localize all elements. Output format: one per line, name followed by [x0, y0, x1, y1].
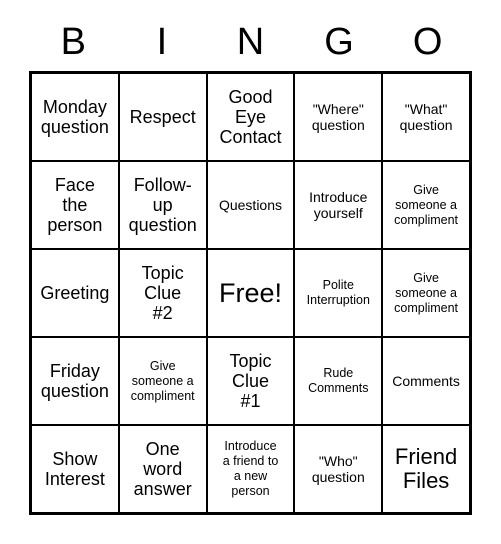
bingo-header-letter-o: O — [412, 21, 443, 63]
bingo-cell[interactable]: Respect — [119, 74, 208, 160]
bingo-cell-free[interactable]: Free! — [207, 250, 296, 336]
bingo-cell-label: Show Interest — [44, 448, 105, 489]
bingo-cell[interactable]: Topic Clue #1 — [207, 338, 296, 424]
bingo-cell[interactable]: Give someone a compliment — [383, 162, 469, 248]
bingo-cell-label: Give someone a compliment — [394, 270, 459, 315]
bingo-header-letter-n: N — [236, 21, 265, 63]
bingo-cell-label: Questions — [218, 196, 283, 213]
bingo-cell-label: Give someone a compliment — [394, 182, 459, 227]
bingo-row: Greeting Topic Clue #2 Free! Polite Inte… — [32, 250, 469, 338]
bingo-cell[interactable]: Good Eye Contact — [207, 74, 296, 160]
bingo-grid: Monday question Respect Good Eye Contact… — [29, 71, 472, 515]
bingo-cell[interactable]: Greeting — [32, 250, 120, 336]
bingo-cell-label: Comments — [392, 372, 460, 389]
bingo-cell-label: Face the person — [47, 174, 103, 236]
bingo-cell[interactable]: Questions — [207, 162, 296, 248]
bingo-cell-label: Free! — [218, 277, 282, 308]
bingo-cell[interactable]: Friday question — [32, 338, 120, 424]
bingo-card: B I N G O Monday question Respect Good E… — [0, 0, 501, 544]
bingo-cell[interactable]: Friend Files — [383, 426, 469, 512]
bingo-header-row: B I N G O — [29, 14, 472, 70]
bingo-header-letter-i: I — [156, 21, 168, 63]
bingo-cell-label: Topic Clue #1 — [229, 350, 272, 412]
bingo-cell-label: Polite Interruption — [306, 278, 370, 307]
bingo-cell[interactable]: "What" question — [383, 74, 469, 160]
bingo-row: Show Interest One word answer Introduce … — [32, 426, 469, 512]
bingo-cell-label: Rude Comments — [308, 366, 369, 395]
bingo-cell[interactable]: Introduce yourself — [295, 162, 384, 248]
bingo-cell[interactable]: Topic Clue #2 — [119, 250, 208, 336]
bingo-cell-label: Friend Files — [394, 443, 458, 493]
bingo-cell[interactable]: Rude Comments — [295, 338, 384, 424]
bingo-cell[interactable]: Face the person — [32, 162, 120, 248]
bingo-header-letter-b: B — [60, 21, 86, 63]
bingo-cell-label: Introduce a friend to a new person — [222, 439, 279, 498]
bingo-cell[interactable]: Give someone a compliment — [383, 250, 469, 336]
bingo-cell-label: Monday question — [40, 96, 109, 137]
bingo-cell-label: Respect — [129, 106, 196, 127]
bingo-cell-label: "What" question — [399, 100, 453, 133]
bingo-cell[interactable]: "Where" question — [295, 74, 384, 160]
bingo-cell[interactable]: Follow- up question — [119, 162, 208, 248]
bingo-cell-label: Introduce yourself — [309, 188, 368, 221]
bingo-cell[interactable]: Monday question — [32, 74, 120, 160]
bingo-cell[interactable]: Give someone a compliment — [119, 338, 208, 424]
bingo-cell-label: Friday question — [40, 360, 109, 401]
bingo-cell-label: One word answer — [133, 438, 192, 500]
bingo-cell-label: Follow- up question — [128, 174, 197, 236]
bingo-row: Friday question Give someone a complimen… — [32, 338, 469, 426]
bingo-cell[interactable]: Introduce a friend to a new person — [207, 426, 296, 512]
bingo-cell-label: Give someone a compliment — [130, 358, 195, 403]
bingo-header-letter-g: G — [324, 21, 354, 63]
bingo-cell-label: "Where" question — [311, 100, 365, 133]
bingo-row: Monday question Respect Good Eye Contact… — [32, 74, 469, 162]
bingo-cell[interactable]: Polite Interruption — [295, 250, 384, 336]
bingo-cell-label: "Who" question — [311, 452, 365, 485]
bingo-cell[interactable]: "Who" question — [295, 426, 384, 512]
bingo-cell[interactable]: One word answer — [119, 426, 208, 512]
bingo-cell[interactable]: Show Interest — [32, 426, 120, 512]
bingo-cell-label: Good Eye Contact — [219, 86, 282, 148]
bingo-cell[interactable]: Comments — [383, 338, 469, 424]
bingo-row: Face the person Follow- up question Ques… — [32, 162, 469, 250]
bingo-cell-label: Topic Clue #2 — [141, 262, 184, 324]
bingo-cell-label: Greeting — [40, 282, 110, 303]
